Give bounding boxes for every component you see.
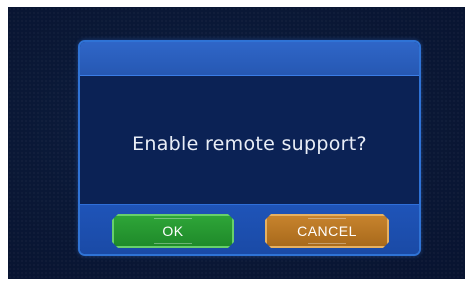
cancel-button-label: CANCEL	[297, 223, 357, 239]
button-decoration	[308, 218, 346, 222]
cancel-button[interactable]: CANCEL	[265, 214, 389, 248]
dialog-body: Enable remote support?	[80, 76, 419, 204]
remote-support-dialog: Enable remote support? OK CANCEL	[78, 40, 421, 256]
dialog-footer: OK CANCEL	[80, 204, 419, 254]
screen-background: Enable remote support? OK CANCEL	[8, 7, 465, 279]
ok-button-label: OK	[162, 223, 184, 239]
dialog-message: Enable remote support?	[132, 133, 367, 155]
button-decoration	[154, 240, 192, 244]
button-decoration	[154, 218, 192, 222]
button-decoration	[308, 240, 346, 244]
dialog-header	[80, 42, 419, 76]
ok-button[interactable]: OK	[112, 214, 234, 248]
